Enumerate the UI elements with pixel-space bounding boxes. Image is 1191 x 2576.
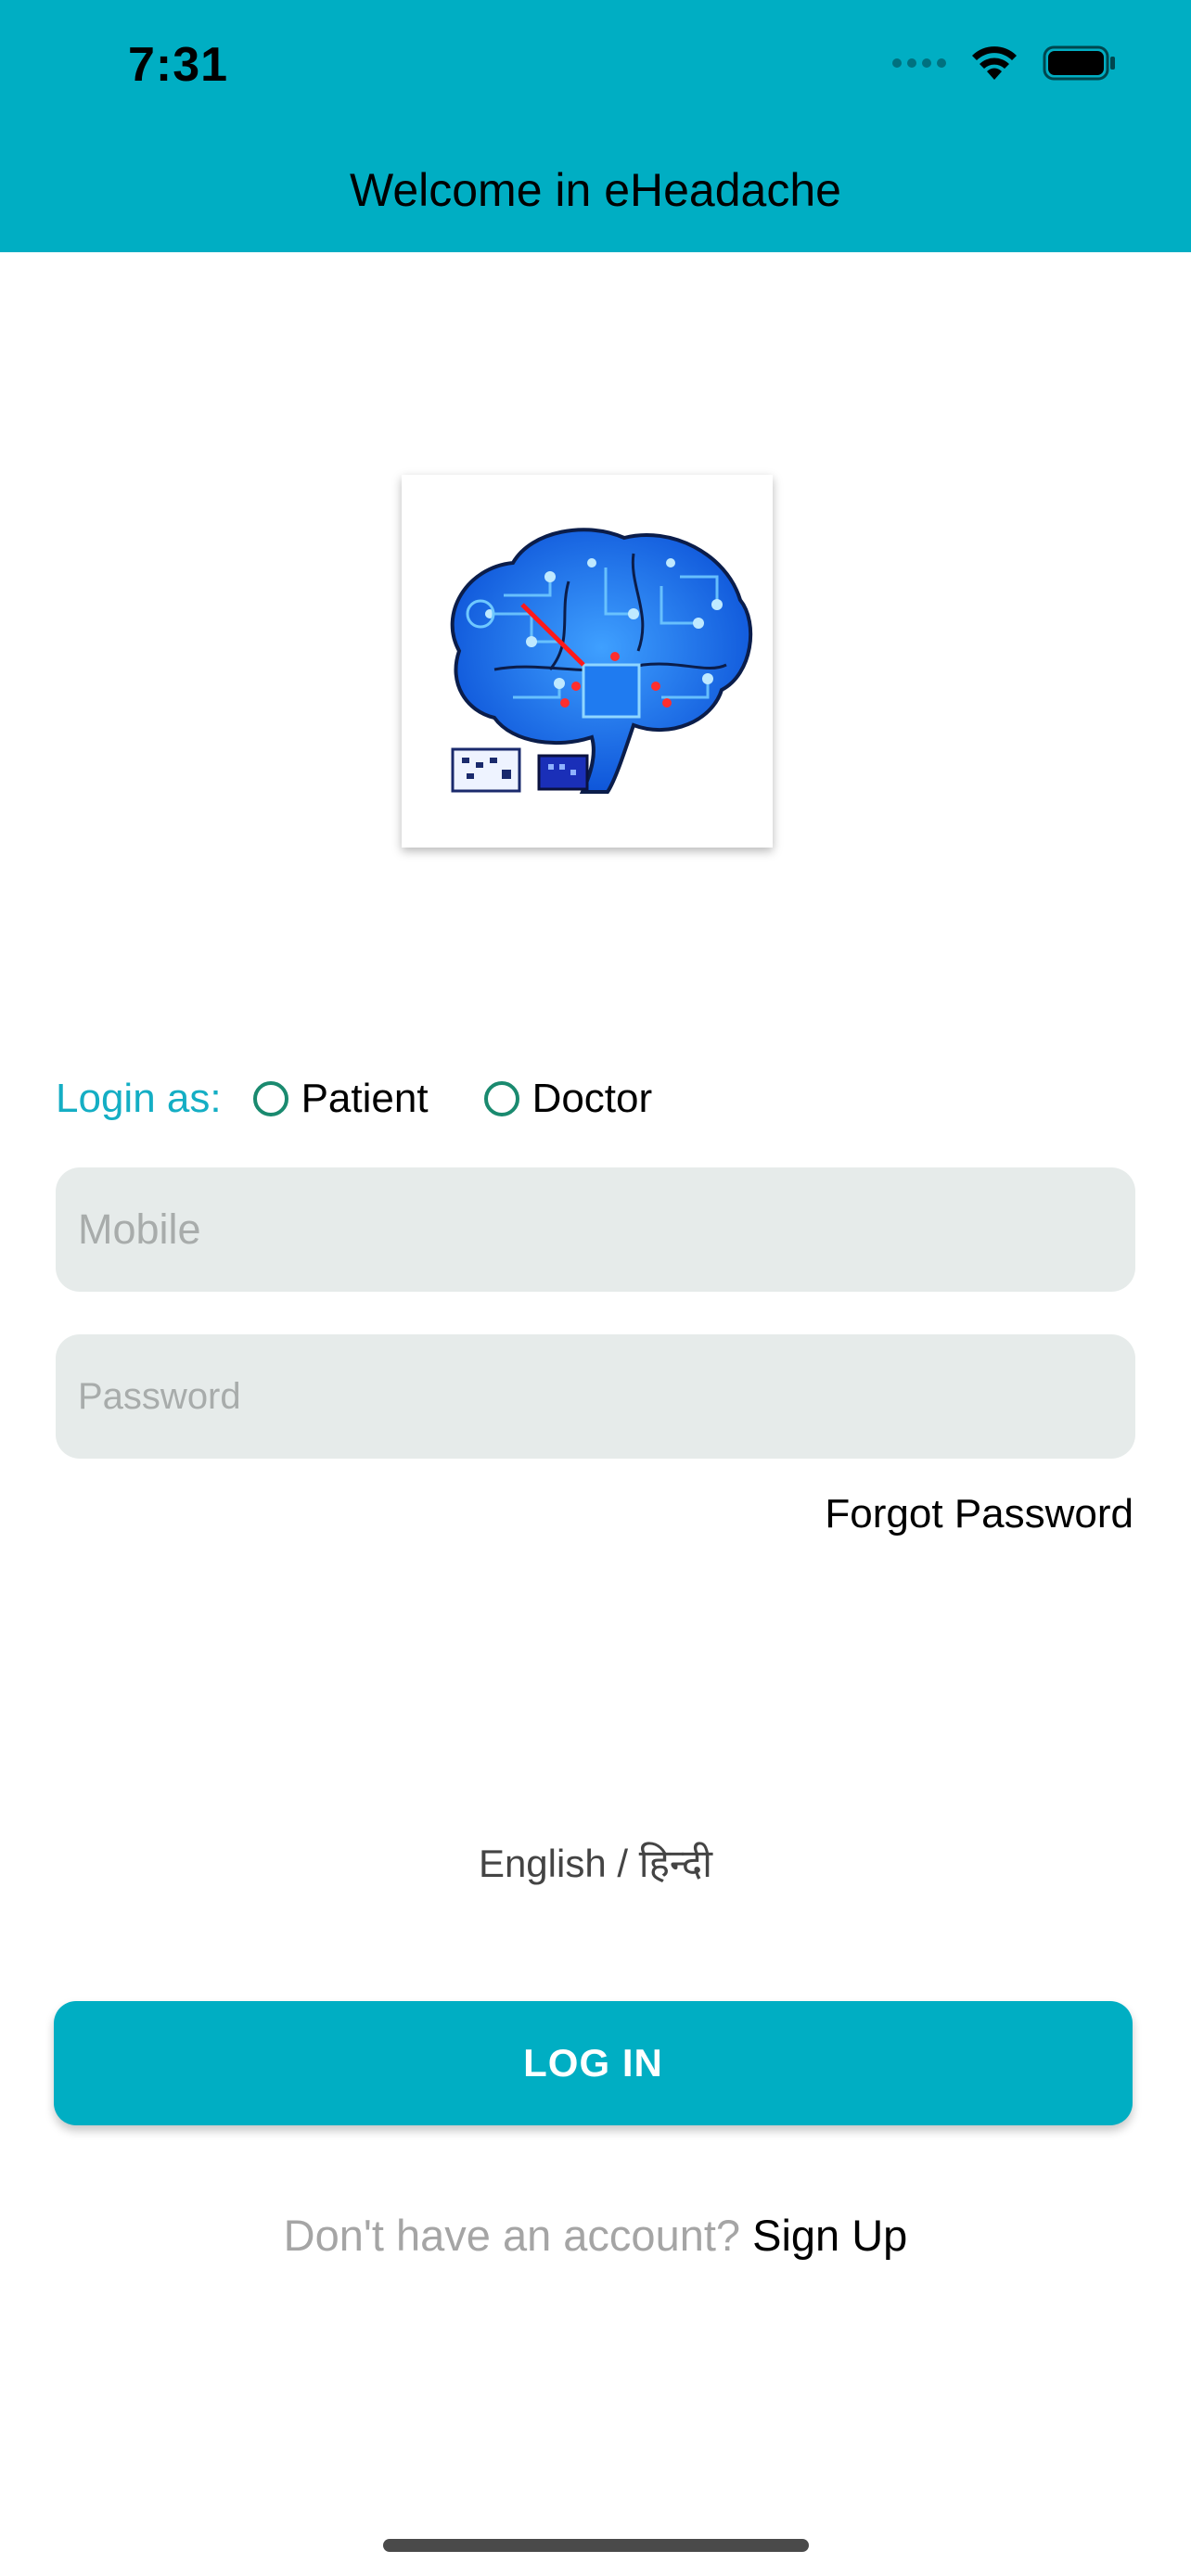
home-indicator <box>383 2539 809 2552</box>
language-toggle[interactable]: English / हिन्दी <box>0 1836 1191 1889</box>
brain-logo-icon <box>450 528 753 794</box>
forgot-password-link[interactable]: Forgot Password <box>825 1491 1133 1537</box>
radio-doctor-label: Doctor <box>531 1076 653 1121</box>
signup-prompt: Don't have an account? <box>283 2211 753 2260</box>
login-button[interactable]: LOG IN <box>54 2001 1133 2125</box>
signup-link[interactable]: Sign Up <box>752 2211 907 2260</box>
signal-icon <box>892 58 946 68</box>
radio-circle-icon[interactable] <box>483 1081 519 1116</box>
status-time: 7:31 <box>128 38 229 92</box>
radio-patient[interactable]: Patient <box>252 1076 429 1122</box>
signup-row: Don't have an account? Sign Up <box>0 2210 1191 2261</box>
radio-doctor[interactable]: Doctor <box>483 1076 653 1122</box>
status-icons <box>892 45 1117 82</box>
login-as-group: Login as: Patient Doctor <box>56 1071 708 1127</box>
top-header: 7:31 Welcome in eHeadache <box>0 0 1191 252</box>
app-logo <box>402 475 773 848</box>
radio-circle-icon[interactable] <box>252 1081 288 1116</box>
page-title: Welcome in eHeadache <box>350 164 841 216</box>
login-as-label: Login as: <box>56 1076 222 1121</box>
battery-icon <box>1043 45 1115 81</box>
wifi-icon <box>972 46 1017 80</box>
password-input[interactable] <box>56 1334 1135 1459</box>
mobile-input[interactable] <box>56 1167 1135 1292</box>
radio-patient-label: Patient <box>301 1076 429 1121</box>
